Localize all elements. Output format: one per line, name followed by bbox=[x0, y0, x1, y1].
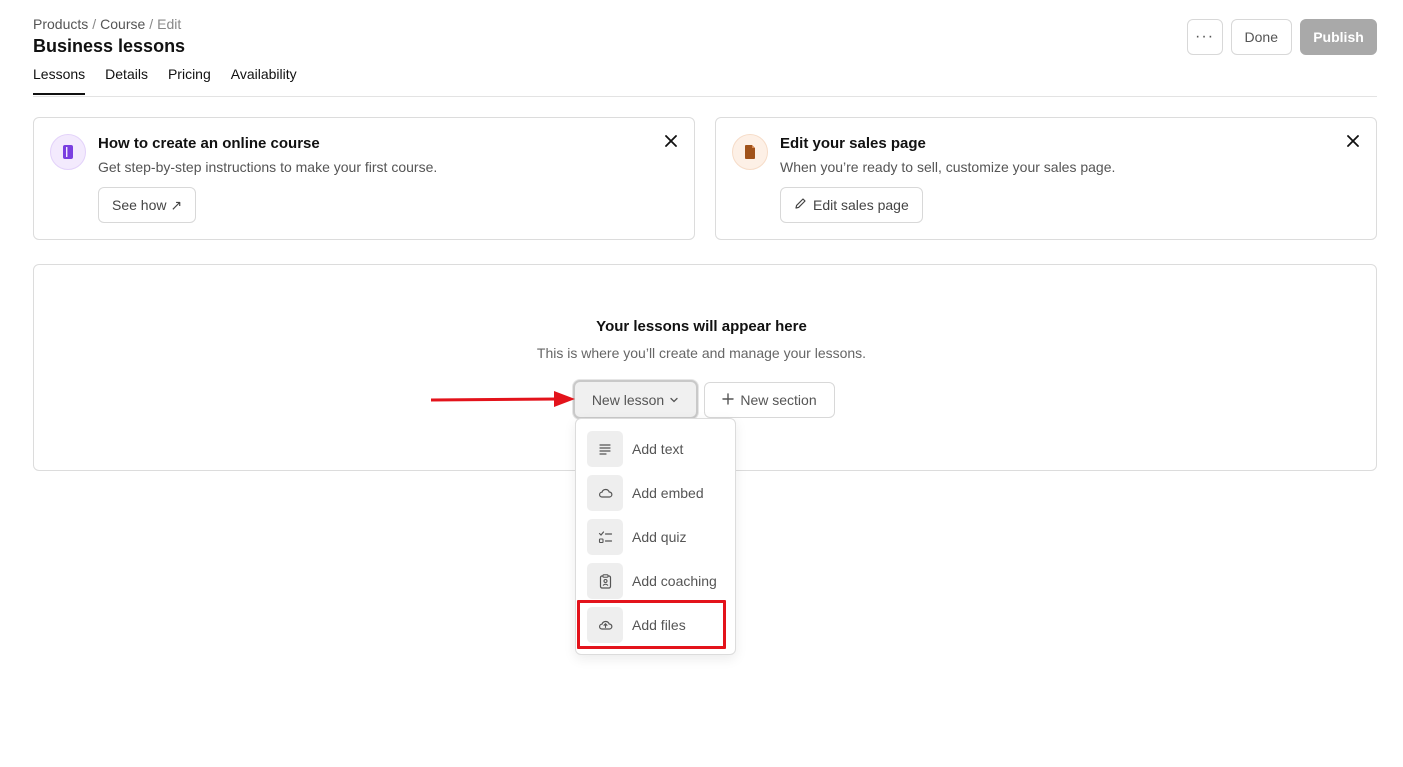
menu-item-label: Add text bbox=[632, 441, 684, 457]
menu-item-label: Add quiz bbox=[632, 529, 687, 545]
card-title: Edit your sales page bbox=[780, 135, 926, 152]
course-guide-card: How to create an online course Get step-… bbox=[33, 117, 695, 240]
clipboard-user-icon bbox=[587, 563, 623, 599]
tab-pricing[interactable]: Pricing bbox=[168, 66, 211, 95]
breadcrumb-products[interactable]: Products bbox=[33, 16, 88, 32]
chevron-down-icon bbox=[669, 392, 679, 408]
breadcrumb-separator: / bbox=[92, 16, 97, 32]
sales-page-card: Edit your sales page When you’re ready t… bbox=[715, 117, 1377, 240]
menu-item-label: Add files bbox=[632, 617, 686, 633]
more-options-button[interactable]: ··· bbox=[1186, 19, 1223, 55]
cloud-icon bbox=[587, 475, 623, 511]
menu-item-add-embed[interactable]: Add embed bbox=[587, 475, 704, 511]
page-title: Business lessons bbox=[33, 36, 186, 56]
tabs-divider bbox=[33, 96, 1377, 97]
empty-state-description: This is where you’ll create and manage y… bbox=[536, 345, 867, 361]
card-title: How to create an online course bbox=[98, 135, 320, 152]
notebook-icon bbox=[50, 134, 86, 170]
close-icon[interactable] bbox=[662, 132, 680, 150]
edit-sales-page-label: Edit sales page bbox=[813, 197, 909, 213]
menu-item-add-text[interactable]: Add text bbox=[587, 431, 683, 467]
tab-lessons[interactable]: Lessons bbox=[33, 66, 86, 95]
text-lines-icon bbox=[587, 431, 623, 467]
see-how-button[interactable]: See how ↗ bbox=[98, 187, 197, 223]
menu-item-add-quiz[interactable]: Add quiz bbox=[587, 519, 686, 555]
card-description: Get step-by-step instructions to make yo… bbox=[98, 159, 438, 175]
document-icon bbox=[732, 134, 768, 170]
menu-item-label: Add embed bbox=[632, 485, 704, 501]
menu-item-add-files[interactable]: Add files bbox=[587, 607, 686, 643]
checklist-icon bbox=[587, 519, 623, 555]
tab-details[interactable]: Details bbox=[105, 66, 148, 95]
menu-item-add-coaching[interactable]: Add coaching bbox=[587, 563, 717, 599]
new-lesson-button[interactable]: New lesson bbox=[573, 380, 698, 419]
new-lesson-label: New lesson bbox=[591, 391, 665, 408]
card-description: When you’re ready to sell, customize you… bbox=[780, 159, 1116, 175]
tab-availability[interactable]: Availability bbox=[231, 66, 297, 95]
plus-icon bbox=[722, 392, 735, 408]
menu-item-label: Add coaching bbox=[632, 573, 717, 589]
publish-button[interactable]: Publish bbox=[1300, 19, 1377, 55]
top-actions: ··· Done Publish bbox=[1186, 19, 1377, 55]
done-button[interactable]: Done bbox=[1230, 19, 1292, 55]
pencil-icon bbox=[794, 197, 807, 213]
edit-sales-page-button[interactable]: Edit sales page bbox=[780, 187, 923, 223]
breadcrumb-edit: Edit bbox=[157, 16, 182, 32]
pointer-arrow-icon bbox=[430, 391, 575, 407]
close-icon[interactable] bbox=[1344, 132, 1362, 150]
tab-bar: Lessons Details Pricing Availability bbox=[33, 66, 297, 95]
new-section-label: New section bbox=[740, 392, 817, 408]
upload-cloud-icon bbox=[587, 607, 623, 643]
breadcrumb: Products / Course / Edit bbox=[33, 16, 181, 32]
breadcrumb-course[interactable]: Course bbox=[100, 16, 145, 32]
new-lesson-menu: Add text Add embed Add quiz Add coaching… bbox=[575, 418, 736, 655]
new-section-button[interactable]: New section bbox=[704, 382, 835, 418]
breadcrumb-separator: / bbox=[149, 16, 154, 32]
empty-state-title: Your lessons will appear here bbox=[596, 318, 807, 335]
